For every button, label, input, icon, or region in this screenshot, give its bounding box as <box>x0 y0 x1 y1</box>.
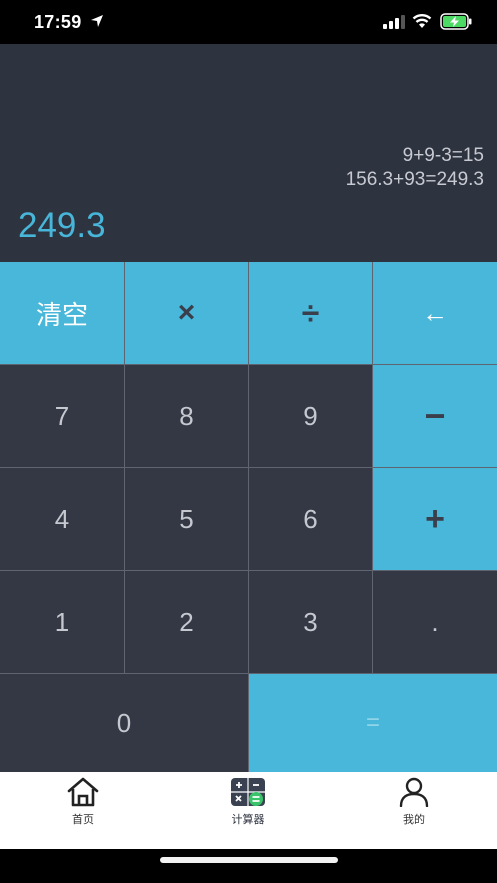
divide-button[interactable]: ÷ <box>249 262 372 364</box>
digit-label: 0 <box>116 707 132 738</box>
digit-label: 2 <box>179 606 194 637</box>
cellular-signal-icon <box>383 15 405 29</box>
result-value: 249.3 <box>18 206 106 245</box>
status-bar: 17:59 <box>0 0 497 44</box>
clear-label: 清空 <box>35 299 88 330</box>
divide-label: ÷ <box>301 294 320 331</box>
digit-7-button[interactable]: 7 <box>0 365 124 467</box>
digit-label: 7 <box>54 400 70 431</box>
user-icon <box>399 777 429 807</box>
digit-8-button[interactable]: 8 <box>125 365 248 467</box>
history-line: 156.3+93=249.3 <box>345 169 484 190</box>
digit-2-button[interactable]: 2 <box>125 571 248 673</box>
plus-label: + <box>425 499 445 538</box>
digit-label: 8 <box>179 400 194 431</box>
home-indicator-area <box>0 849 497 883</box>
digit-label: 1 <box>54 606 70 637</box>
location-arrow-icon <box>91 15 103 27</box>
wifi-icon <box>412 14 432 28</box>
digit-label: 3 <box>303 606 318 637</box>
digit-6-button[interactable]: 6 <box>249 468 372 570</box>
tab-bar: 首页 计算器 我的 <box>0 772 497 849</box>
digit-4-button[interactable]: 4 <box>0 468 124 570</box>
tab-profile[interactable]: 我的 <box>354 772 474 849</box>
decimal-label: . <box>431 606 439 637</box>
clear-button[interactable]: 清空 <box>0 262 124 364</box>
digit-5-button[interactable]: 5 <box>125 468 248 570</box>
home-icon <box>67 777 99 807</box>
battery-charging-icon <box>440 13 472 30</box>
backspace-button[interactable]: ← <box>373 262 497 364</box>
digit-0-button[interactable]: 0 <box>0 674 248 772</box>
digit-label: 4 <box>54 503 70 534</box>
keypad: 清空 × ÷ ← 7 8 9 − 4 5 6 + 1 2 3 . 0 = <box>0 262 497 772</box>
minus-button[interactable]: − <box>373 365 497 467</box>
calculator-display: 9+9-3=15 156.3+93=249.3 249.3 <box>0 44 497 262</box>
calculator-icon <box>231 778 265 806</box>
digit-1-button[interactable]: 1 <box>0 571 124 673</box>
digit-label: 6 <box>303 503 318 534</box>
decimal-point-button[interactable]: . <box>373 571 497 673</box>
multiply-label: × <box>177 296 196 329</box>
calculation-history: 9+9-3=15 156.3+93=249.3 <box>346 144 484 192</box>
minus-label: − <box>424 395 446 436</box>
digit-9-button[interactable]: 9 <box>249 365 372 467</box>
digit-label: 9 <box>303 400 318 431</box>
tab-label: 计算器 <box>231 814 265 826</box>
tab-label: 我的 <box>403 814 425 826</box>
home-indicator[interactable] <box>160 857 338 863</box>
status-time: 17:59 <box>34 12 82 32</box>
digit-label: 5 <box>179 503 194 534</box>
multiply-button[interactable]: × <box>125 262 248 364</box>
tab-label: 首页 <box>72 814 94 826</box>
plus-button[interactable]: + <box>373 468 497 570</box>
tab-home[interactable]: 首页 <box>23 772 143 849</box>
digit-3-button[interactable]: 3 <box>249 571 372 673</box>
equals-button[interactable]: = <box>249 674 497 772</box>
history-line: 9+9-3=15 <box>402 145 484 166</box>
tab-calculator[interactable]: 计算器 <box>188 772 308 849</box>
backspace-icon: ← <box>422 297 448 328</box>
equals-label: = <box>365 709 380 736</box>
